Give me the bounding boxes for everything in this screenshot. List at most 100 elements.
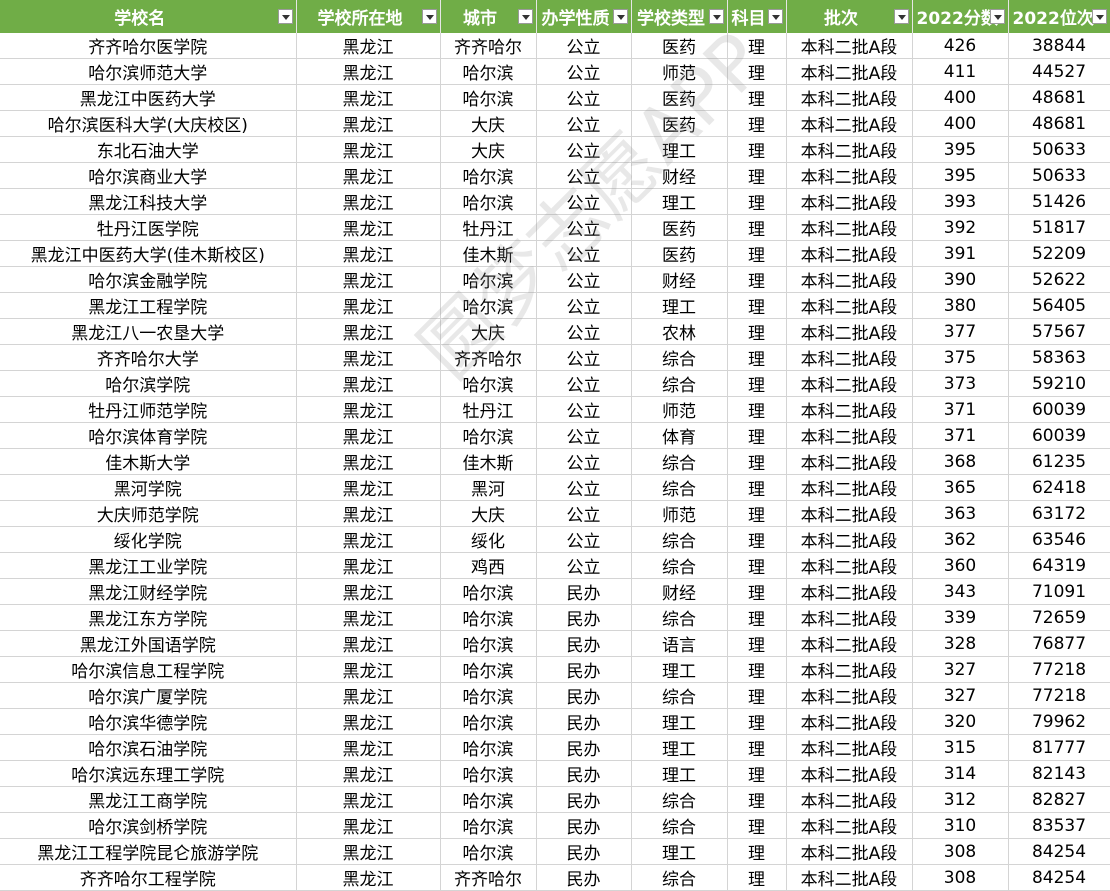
cell-school-type[interactable]: 财经 [631, 266, 728, 293]
cell-location[interactable]: 黑龙江 [296, 292, 441, 319]
cell-location[interactable]: 黑龙江 [296, 656, 441, 683]
cell-ownership[interactable]: 民办 [536, 838, 632, 865]
cell-school-name[interactable]: 哈尔滨华德学院 [0, 708, 297, 735]
cell-school-type[interactable]: 理工 [631, 188, 728, 215]
cell-city[interactable]: 哈尔滨 [440, 266, 537, 293]
cell-batch[interactable]: 本科二批A段 [786, 240, 913, 267]
cell-location[interactable]: 黑龙江 [296, 214, 441, 241]
cell-ownership[interactable]: 民办 [536, 604, 632, 631]
cell-school-type[interactable]: 理工 [631, 734, 728, 761]
cell-school-name[interactable]: 哈尔滨学院 [0, 370, 297, 397]
cell-batch[interactable]: 本科二批A段 [786, 188, 913, 215]
cell-score[interactable]: 308 [912, 838, 1009, 865]
cell-batch[interactable]: 本科二批A段 [786, 500, 913, 527]
cell-ownership[interactable]: 公立 [536, 448, 632, 475]
cell-school-type[interactable]: 综合 [631, 604, 728, 631]
cell-location[interactable]: 黑龙江 [296, 552, 441, 579]
cell-ownership[interactable]: 公立 [536, 136, 632, 163]
cell-location[interactable]: 黑龙江 [296, 318, 441, 345]
cell-batch[interactable]: 本科二批A段 [786, 526, 913, 553]
cell-subject[interactable]: 理 [727, 838, 787, 865]
cell-school-type[interactable]: 医药 [631, 240, 728, 267]
cell-subject[interactable]: 理 [727, 656, 787, 683]
cell-score[interactable]: 368 [912, 448, 1009, 475]
cell-score[interactable]: 362 [912, 526, 1009, 553]
cell-school-name[interactable]: 哈尔滨石油学院 [0, 734, 297, 761]
filter-dropdown-icon[interactable] [893, 9, 909, 24]
cell-school-type[interactable]: 综合 [631, 552, 728, 579]
cell-score[interactable]: 363 [912, 500, 1009, 527]
cell-city[interactable]: 哈尔滨 [440, 58, 537, 85]
cell-school-type[interactable]: 农林 [631, 318, 728, 345]
cell-school-name[interactable]: 黑龙江东方学院 [0, 604, 297, 631]
cell-rank[interactable]: 71091 [1008, 578, 1110, 605]
cell-city[interactable]: 哈尔滨 [440, 682, 537, 709]
cell-school-type[interactable]: 理工 [631, 292, 728, 319]
filter-dropdown-icon[interactable] [767, 9, 783, 24]
cell-rank[interactable]: 60039 [1008, 396, 1110, 423]
cell-school-type[interactable]: 理工 [631, 136, 728, 163]
cell-city[interactable]: 哈尔滨 [440, 84, 537, 111]
cell-rank[interactable]: 44527 [1008, 58, 1110, 85]
cell-school-name[interactable]: 黑龙江工程学院 [0, 292, 297, 319]
cell-school-type[interactable]: 综合 [631, 370, 728, 397]
cell-batch[interactable]: 本科二批A段 [786, 786, 913, 813]
cell-batch[interactable]: 本科二批A段 [786, 838, 913, 865]
cell-score[interactable]: 360 [912, 552, 1009, 579]
cell-batch[interactable]: 本科二批A段 [786, 682, 913, 709]
cell-score[interactable]: 391 [912, 240, 1009, 267]
cell-ownership[interactable]: 公立 [536, 344, 632, 371]
cell-subject[interactable]: 理 [727, 604, 787, 631]
cell-score[interactable]: 327 [912, 682, 1009, 709]
cell-batch[interactable]: 本科二批A段 [786, 318, 913, 345]
cell-rank[interactable]: 52209 [1008, 240, 1110, 267]
cell-location[interactable]: 黑龙江 [296, 682, 441, 709]
cell-location[interactable]: 黑龙江 [296, 396, 441, 423]
cell-subject[interactable]: 理 [727, 214, 787, 241]
cell-subject[interactable]: 理 [727, 760, 787, 787]
cell-rank[interactable]: 76877 [1008, 630, 1110, 657]
cell-school-name[interactable]: 绥化学院 [0, 526, 297, 553]
filter-dropdown-icon[interactable] [612, 9, 628, 24]
cell-subject[interactable]: 理 [727, 682, 787, 709]
cell-batch[interactable]: 本科二批A段 [786, 33, 913, 59]
cell-rank[interactable]: 84254 [1008, 838, 1110, 865]
cell-score[interactable]: 400 [912, 84, 1009, 111]
cell-score[interactable]: 392 [912, 214, 1009, 241]
cell-ownership[interactable]: 民办 [536, 708, 632, 735]
cell-school-type[interactable]: 综合 [631, 526, 728, 553]
cell-score[interactable]: 312 [912, 786, 1009, 813]
cell-location[interactable]: 黑龙江 [296, 344, 441, 371]
cell-batch[interactable]: 本科二批A段 [786, 292, 913, 319]
filter-dropdown-icon[interactable] [708, 9, 724, 24]
cell-subject[interactable]: 理 [727, 786, 787, 813]
cell-school-name[interactable]: 哈尔滨广厦学院 [0, 682, 297, 709]
cell-ownership[interactable]: 民办 [536, 786, 632, 813]
filter-dropdown-icon[interactable] [277, 9, 293, 24]
filter-dropdown-icon[interactable] [517, 9, 533, 24]
cell-school-type[interactable]: 综合 [631, 474, 728, 501]
cell-location[interactable]: 黑龙江 [296, 760, 441, 787]
cell-location[interactable]: 黑龙江 [296, 500, 441, 527]
cell-rank[interactable]: 77218 [1008, 656, 1110, 683]
cell-school-name[interactable]: 哈尔滨体育学院 [0, 422, 297, 449]
cell-subject[interactable]: 理 [727, 136, 787, 163]
cell-school-type[interactable]: 医药 [631, 33, 728, 59]
cell-ownership[interactable]: 公立 [536, 58, 632, 85]
cell-city[interactable]: 哈尔滨 [440, 786, 537, 813]
cell-subject[interactable]: 理 [727, 708, 787, 735]
cell-school-name[interactable]: 牡丹江师范学院 [0, 396, 297, 423]
cell-location[interactable]: 黑龙江 [296, 240, 441, 267]
cell-school-name[interactable]: 黑龙江中医药大学 [0, 84, 297, 111]
cell-city[interactable]: 鸡西 [440, 552, 537, 579]
cell-batch[interactable]: 本科二批A段 [786, 396, 913, 423]
cell-ownership[interactable]: 民办 [536, 682, 632, 709]
filter-dropdown-icon[interactable] [1091, 9, 1107, 24]
cell-city[interactable]: 黑河 [440, 474, 537, 501]
cell-rank[interactable]: 57567 [1008, 318, 1110, 345]
cell-subject[interactable]: 理 [727, 734, 787, 761]
cell-school-name[interactable]: 哈尔滨商业大学 [0, 162, 297, 189]
cell-batch[interactable]: 本科二批A段 [786, 58, 913, 85]
cell-rank[interactable]: 63172 [1008, 500, 1110, 527]
cell-subject[interactable]: 理 [727, 162, 787, 189]
